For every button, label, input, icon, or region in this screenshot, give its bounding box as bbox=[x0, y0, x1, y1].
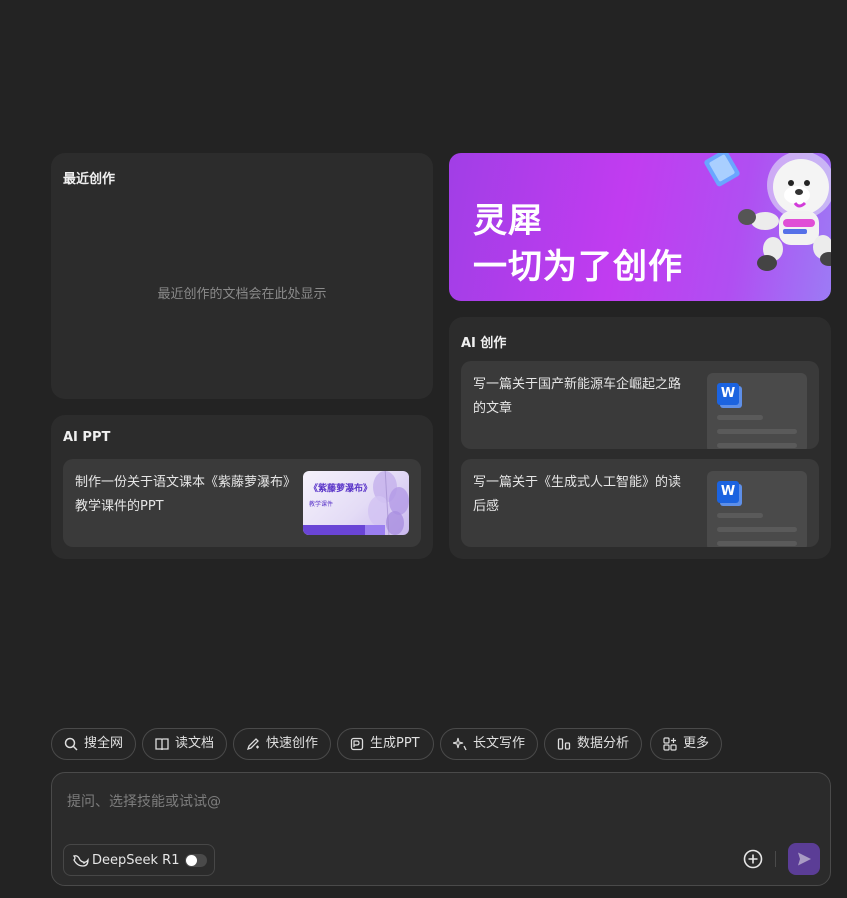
ppt-thumbnail: 《紫藤萝瀑布》 教学课件 bbox=[303, 471, 409, 535]
ai-ppt-card: AI PPT 制作一份关于语文课本《紫藤萝瀑布》教学课件的PPT 《紫藤萝瀑布》… bbox=[51, 415, 433, 559]
ppt-thumb-bar-accent bbox=[365, 525, 385, 535]
deepseek-model-selector[interactable]: DeepSeek R1 bbox=[63, 844, 215, 876]
doc-line bbox=[717, 541, 797, 546]
doc-line bbox=[717, 513, 763, 518]
banner-slogan: 一切为了创作 bbox=[473, 247, 683, 287]
chip-data-analysis[interactable]: 数据分析 bbox=[544, 728, 642, 760]
doc-line bbox=[717, 527, 797, 532]
chip-label: 生成PPT bbox=[370, 736, 420, 751]
sparkle-icon bbox=[453, 737, 467, 751]
chip-quick-write[interactable]: 快速创作 bbox=[233, 728, 331, 760]
word-doc-icon: W bbox=[707, 471, 807, 547]
ppt-icon bbox=[350, 737, 364, 751]
prompt-input-placeholder[interactable]: 提问、选择技能或试试@ bbox=[67, 791, 221, 811]
recent-creations-title: 最近创作 bbox=[63, 172, 116, 187]
chip-label: 长文写作 bbox=[473, 736, 526, 751]
chip-long-write[interactable]: 长文写作 bbox=[440, 728, 538, 760]
toggle-knob bbox=[186, 855, 197, 866]
word-badge: W bbox=[717, 383, 739, 405]
hero-banner: 灵犀 一切为了创作 bbox=[449, 153, 831, 301]
word-doc-icon: W bbox=[707, 373, 807, 449]
model-name: DeepSeek R1 bbox=[92, 853, 180, 868]
chip-more[interactable]: 更多 bbox=[650, 728, 722, 760]
astronaut-mascot-icon bbox=[704, 153, 831, 271]
ai-create-suggestion-text: 写一篇关于国产新能源车企崛起之路的文章 bbox=[473, 377, 682, 416]
doc-line bbox=[717, 415, 763, 420]
whale-logo-icon bbox=[73, 855, 89, 867]
read-doc-icon bbox=[155, 738, 169, 751]
recent-creations-card: 最近创作 最近创作的文档会在此处显示 bbox=[51, 153, 433, 399]
doc-line bbox=[717, 429, 797, 434]
ai-ppt-suggestion[interactable]: 制作一份关于语文课本《紫藤萝瀑布》教学课件的PPT 《紫藤萝瀑布》 教学课件 bbox=[63, 459, 421, 547]
banner-brand: 灵犀 bbox=[473, 201, 543, 241]
ai-ppt-title: AI PPT bbox=[63, 430, 111, 445]
recent-empty-text: 最近创作的文档会在此处显示 bbox=[157, 287, 327, 302]
send-button[interactable] bbox=[788, 843, 820, 875]
ppt-thumb-bar bbox=[303, 525, 365, 535]
send-icon bbox=[798, 852, 811, 866]
ai-create-suggestion[interactable]: 写一篇关于国产新能源车企崛起之路的文章 W bbox=[461, 361, 819, 449]
ppt-thumb-subtitle: 教学课件 bbox=[309, 501, 334, 508]
chip-label: 搜全网 bbox=[84, 736, 124, 751]
chip-read-doc[interactable]: 读文档 bbox=[142, 728, 227, 760]
ai-create-title: AI 创作 bbox=[461, 336, 507, 351]
word-badge: W bbox=[717, 481, 739, 503]
chip-label: 快速创作 bbox=[266, 736, 319, 751]
chip-generate-ppt[interactable]: 生成PPT bbox=[337, 728, 434, 760]
model-toggle[interactable] bbox=[185, 854, 207, 867]
chip-label: 读文档 bbox=[175, 736, 215, 751]
doc-line bbox=[717, 443, 797, 448]
ai-create-suggestion[interactable]: 写一篇关于《生成式人工智能》的读后感 W bbox=[461, 459, 819, 547]
add-attachment-icon[interactable] bbox=[743, 849, 763, 869]
search-web-icon bbox=[64, 737, 78, 751]
prompt-composer[interactable]: 提问、选择技能或试试@ DeepSeek R1 bbox=[51, 772, 831, 886]
composer-divider bbox=[775, 851, 776, 867]
grid-plus-icon bbox=[663, 737, 677, 751]
chart-icon bbox=[557, 738, 571, 750]
ai-create-card: AI 创作 写一篇关于国产新能源车企崛起之路的文章 W 写一篇关于《生成式人工智… bbox=[449, 317, 831, 559]
chip-label: 更多 bbox=[683, 736, 710, 751]
quick-write-icon bbox=[246, 738, 259, 751]
chip-search-web[interactable]: 搜全网 bbox=[51, 728, 136, 760]
ai-create-suggestion-text: 写一篇关于《生成式人工智能》的读后感 bbox=[473, 475, 682, 514]
ppt-thumb-title: 《紫藤萝瀑布》 bbox=[309, 484, 373, 494]
ai-ppt-suggestion-text: 制作一份关于语文课本《紫藤萝瀑布》教学课件的PPT bbox=[75, 475, 290, 514]
chip-label: 数据分析 bbox=[577, 736, 630, 751]
